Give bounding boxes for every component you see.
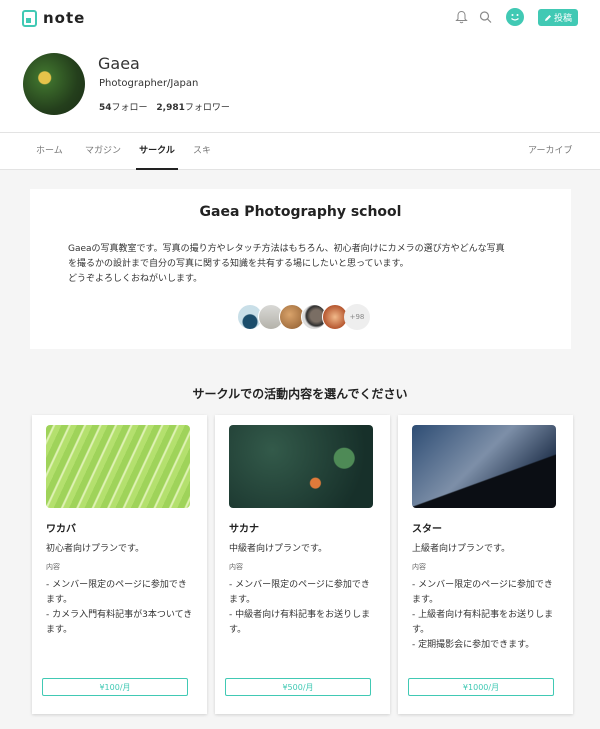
circle-desc-line: を撮るかの設計まで自分の写真に関する知識を共有する場にしたいと思っています。 — [68, 259, 409, 269]
profile-role: Photographer/Japan — [99, 78, 199, 89]
plan-name: スター — [412, 524, 442, 535]
plan-name: ワカバ — [46, 524, 76, 535]
follow-counts: 54フォロー 2,981フォロワー — [99, 100, 230, 113]
profile-tabs: ホーム マガジン サークル スキ アーカイブ — [0, 132, 600, 170]
plan-image — [412, 425, 556, 508]
plan-content: - メンバー限定のページに参加できます。 - 上級者向け有料記事をお送りします。… — [412, 580, 554, 650]
plan-description: 初心者向けプランです。 — [46, 544, 145, 554]
user-avatar-icon[interactable] — [506, 8, 524, 26]
follow-label[interactable]: フォロー — [112, 103, 148, 113]
smile-icon — [511, 14, 519, 21]
tab-like[interactable]: スキ — [193, 133, 211, 170]
plan-price-button[interactable]: ¥500/月 — [225, 678, 371, 696]
plan-description: 中級者向けプランです。 — [229, 544, 328, 554]
circle-info-card: Gaea Photography school Gaeaの写真教室です。写真の撮… — [30, 189, 571, 349]
tab-magazine[interactable]: マガジン — [85, 133, 121, 170]
pencil-icon — [544, 14, 551, 21]
tab-archive[interactable]: アーカイブ — [528, 133, 572, 170]
profile-avatar — [23, 53, 85, 115]
note-logo-icon — [22, 9, 37, 27]
search-icon[interactable] — [479, 10, 492, 24]
follower-count[interactable]: 2,981 — [156, 103, 184, 113]
post-button[interactable]: 投稿 — [538, 9, 578, 26]
plan-price-button[interactable]: ¥1000/月 — [408, 678, 554, 696]
plan-card-sakana: サカナ 中級者向けプランです。 内容 - メンバー限定のページに参加できます。 … — [215, 415, 390, 714]
plan-price-button[interactable]: ¥100/月 — [42, 678, 188, 696]
more-members-badge[interactable]: +98 — [344, 304, 370, 330]
tab-circle[interactable]: サークル — [136, 133, 178, 170]
plan-description: 上級者向けプランです。 — [412, 544, 511, 554]
plan-image — [46, 425, 190, 508]
plan-content-label: 内容 — [412, 563, 426, 571]
logo-text: note — [43, 9, 86, 27]
profile-section: Gaea Photographer/Japan 54フォロー 2,981フォロワ… — [0, 36, 600, 170]
bell-icon[interactable] — [455, 10, 468, 24]
plan-card-star: スター 上級者向けプランです。 内容 - メンバー限定のページに参加できます。 … — [398, 415, 573, 714]
plan-content: - メンバー限定のページに参加できます。 - 中級者向け有料記事をお送りします。 — [229, 580, 371, 635]
plan-section-title: サークルでの活動内容を選んでください — [192, 387, 408, 401]
circle-desc-line: どうぞよろしくおねがいします。 — [68, 274, 203, 284]
follow-count[interactable]: 54 — [99, 103, 112, 113]
circle-title: Gaea Photography school — [199, 204, 402, 220]
circle-desc-line: Gaeaの写真教室です。写真の撮り方やレタッチ方法はもちろん、初心者向けにカメラ… — [68, 244, 505, 254]
circle-description: Gaeaの写真教室です。写真の撮り方やレタッチ方法はもちろん、初心者向けにカメラ… — [68, 242, 548, 287]
plan-image — [229, 425, 373, 508]
plan-content-label: 内容 — [46, 563, 60, 571]
note-logo[interactable]: note — [22, 9, 85, 27]
plan-card-wakaba: ワカバ 初心者向けプランです。 内容 - メンバー限定のページに参加できます。 … — [32, 415, 207, 714]
tab-home[interactable]: ホーム — [36, 133, 63, 170]
follower-label[interactable]: フォロワー — [185, 103, 230, 113]
post-button-label: 投稿 — [553, 14, 572, 24]
profile-name: Gaea — [98, 54, 140, 73]
plan-content-label: 内容 — [229, 563, 243, 571]
plan-name: サカナ — [229, 524, 259, 535]
top-header: note 投稿 — [0, 0, 600, 36]
plan-content: - メンバー限定のページに参加できます。 - カメラ入門有料記事が3本ついてきま… — [46, 580, 193, 635]
